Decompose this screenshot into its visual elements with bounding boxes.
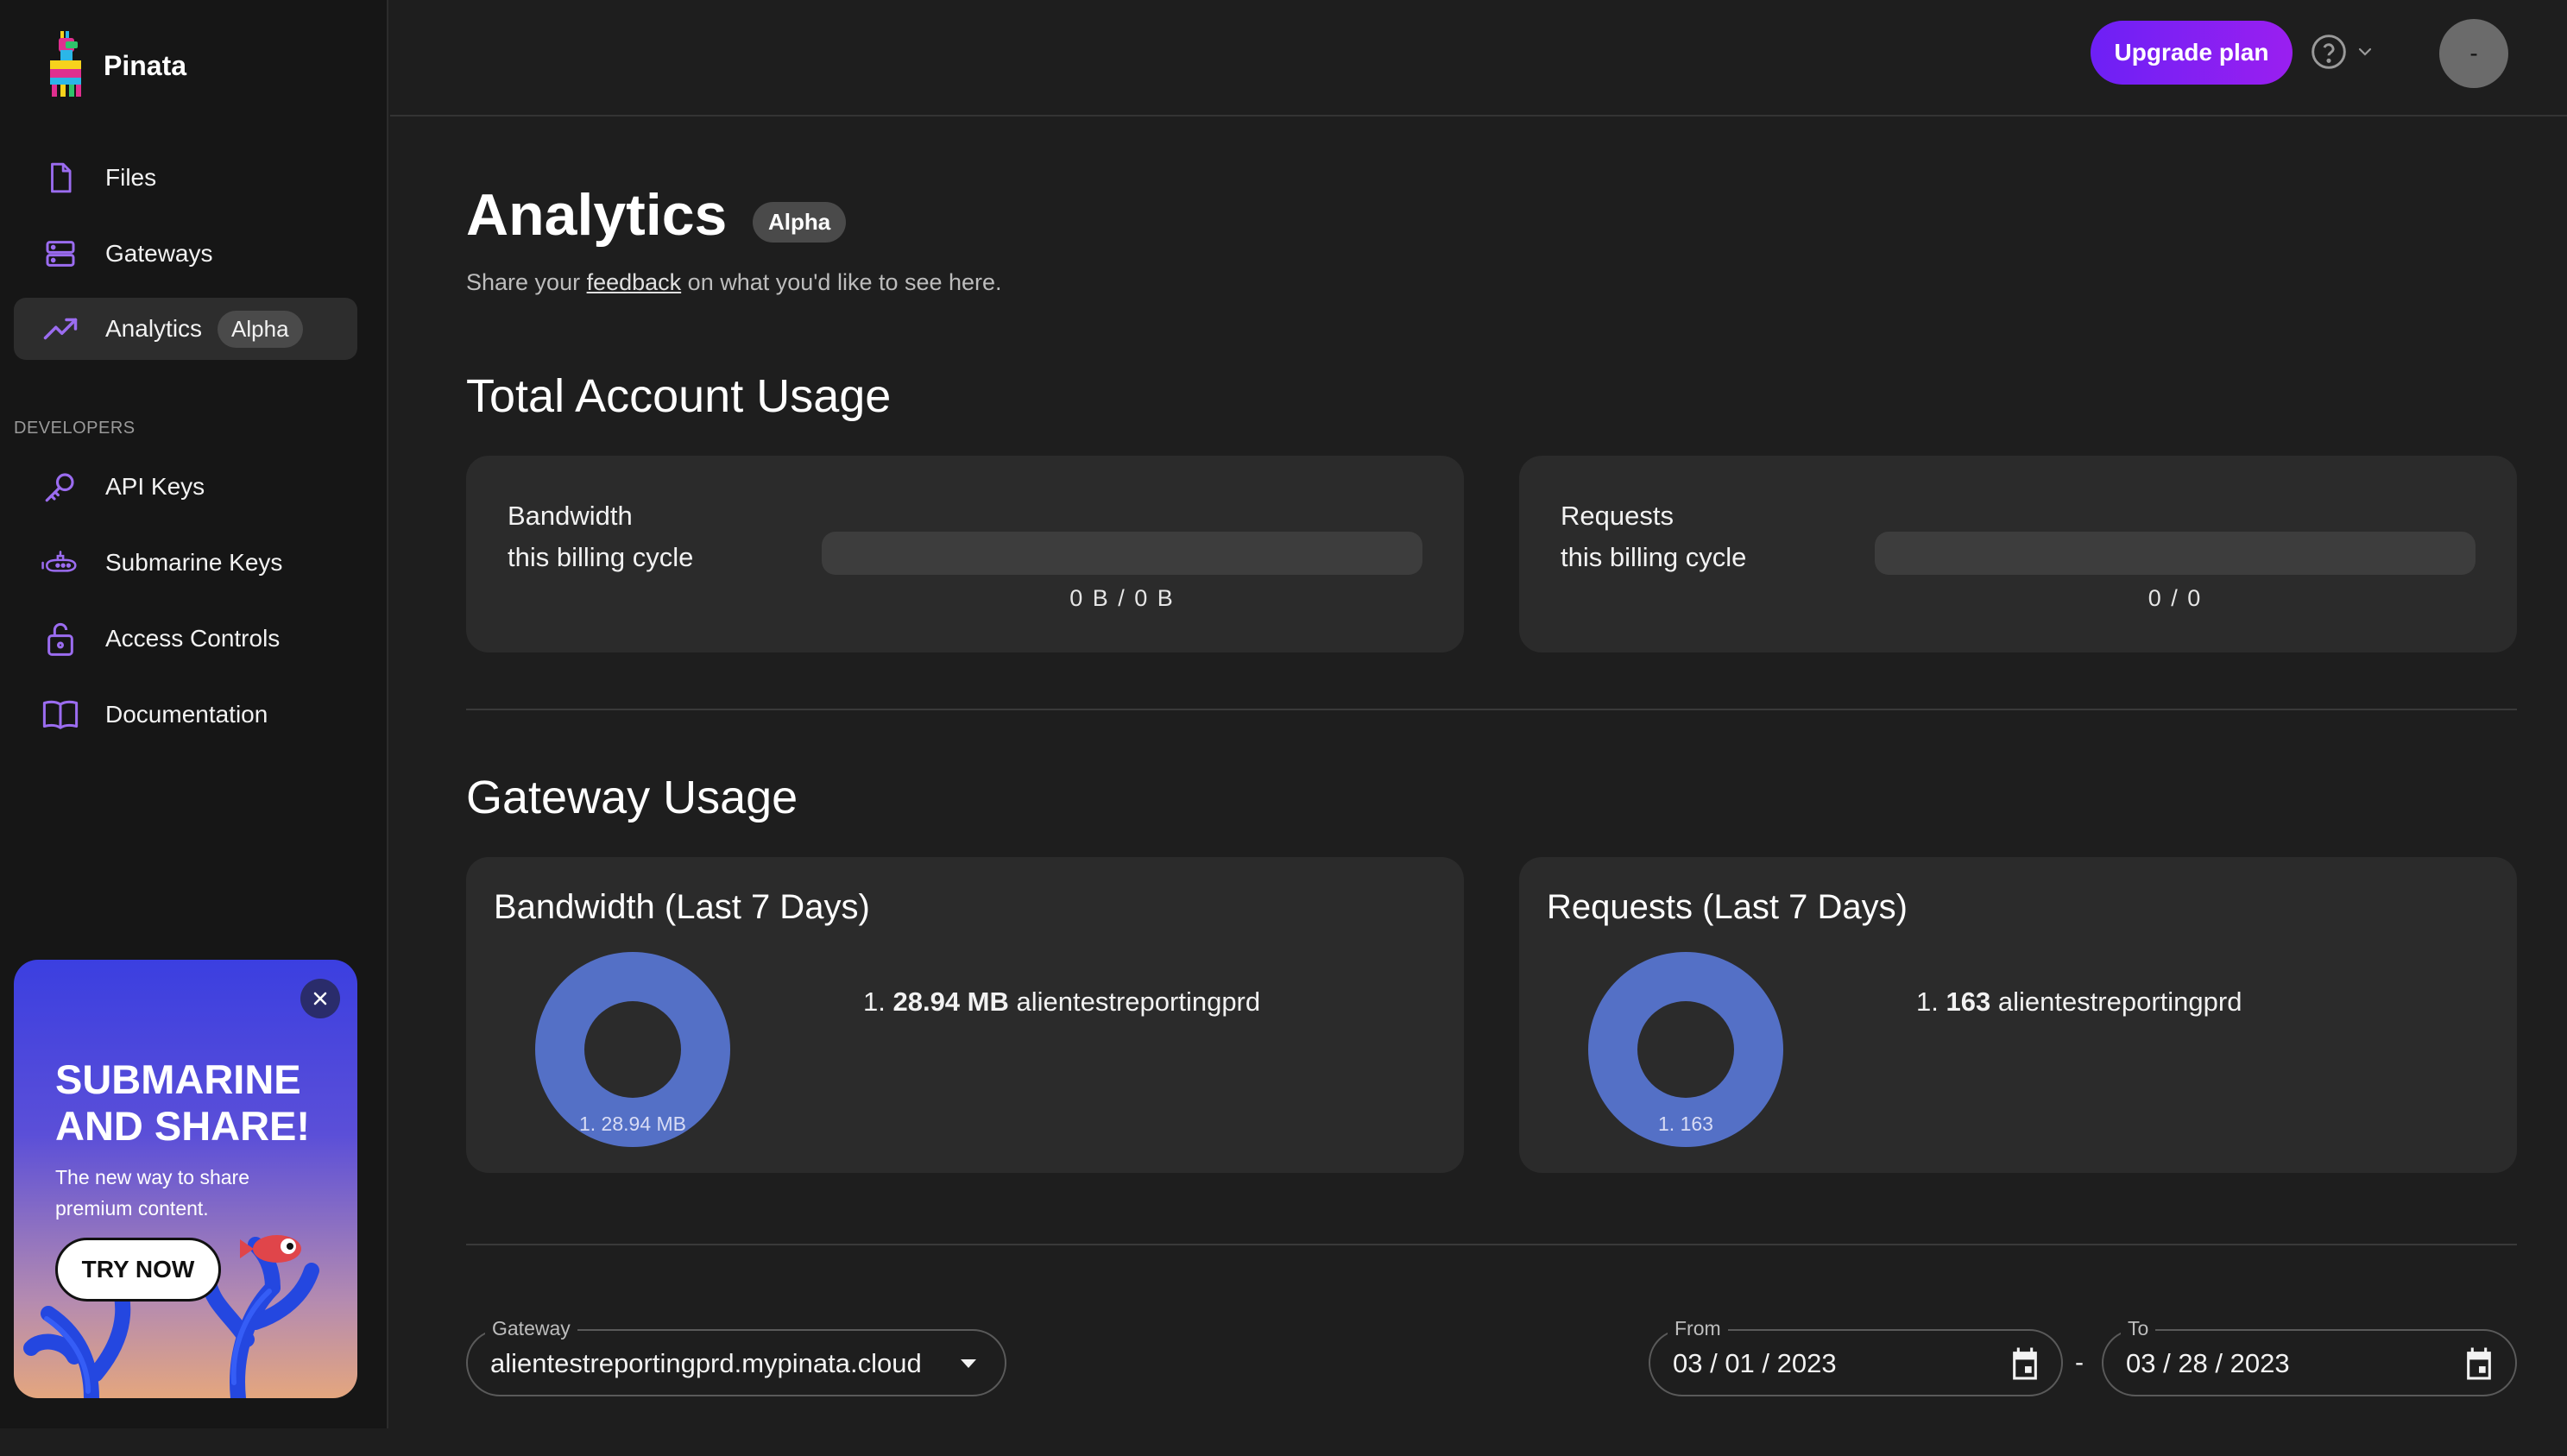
app-name: Pinata [104, 49, 187, 81]
help-icon [2312, 35, 2346, 69]
legend-rank: 1. [1916, 986, 1946, 1017]
book-icon [41, 696, 79, 734]
legend-item: 1. 28.94 MB alientestreportingprd [863, 986, 1260, 1018]
divider [466, 709, 2517, 710]
donut-label: 1. 28.94 MB [578, 1112, 687, 1135]
lock-icon [41, 620, 79, 658]
sidebar-item-access-controls[interactable]: Access Controls [14, 608, 357, 670]
calendar-icon[interactable] [2462, 1346, 2496, 1381]
sidebar-item-label: Analytics [105, 315, 203, 342]
donut-label: 1. 163 [1658, 1112, 1713, 1135]
subtitle-suffix: on what you'd like to see here. [681, 269, 1002, 295]
sidebar-item-label: API Keys [105, 473, 205, 500]
caret-down-icon [951, 1346, 986, 1381]
gateway-select[interactable]: Gateway alientestreportingprd.mypinata.c… [466, 1317, 1006, 1396]
usage-sublabel: this billing cycle [508, 542, 694, 572]
pinata-logo-icon [50, 31, 81, 97]
bandwidth-chart-card: Bandwidth (Last 7 Days) 1. 28.94 MB 1. 2… [466, 857, 1464, 1173]
bandwidth-donut-chart[interactable]: 1. 28.94 MB [535, 952, 730, 1147]
feedback-link[interactable]: feedback [587, 269, 682, 295]
field-label: From [1668, 1317, 1728, 1340]
legend-value: 28.94 MB [892, 986, 1009, 1017]
requests-chart-card: Requests (Last 7 Days) 1. 163 1. 163 ali… [1519, 857, 2517, 1173]
logo[interactable]: Pinata [43, 24, 186, 107]
sidebar-item-submarine-keys[interactable]: Submarine Keys [14, 532, 357, 594]
section-label-developers: DEVELOPERS [14, 419, 136, 438]
to-date-field[interactable]: To 03 / 28 / 2023 [2102, 1317, 2517, 1396]
sidebar-item-api-keys[interactable]: API Keys [14, 456, 357, 518]
field-label: Gateway [485, 1317, 577, 1340]
calendar-icon[interactable] [2008, 1346, 2042, 1381]
field-label: To [2121, 1317, 2156, 1340]
legend-name: alientestreportingprd [1016, 986, 1261, 1017]
usage-label: Requests [1561, 501, 1674, 531]
page-title: Analytics [466, 182, 728, 248]
chart-title: Bandwidth (Last 7 Days) [494, 888, 870, 926]
alpha-badge: Alpha [218, 310, 303, 348]
chevron-down-icon [2358, 47, 2372, 56]
sidebar-item-label: Documentation [105, 701, 268, 728]
alpha-badge: Alpha [753, 202, 847, 243]
usage-label: Bandwidth [508, 501, 633, 531]
sidebar-item-documentation[interactable]: Documentation [14, 684, 357, 746]
promo-title: SUBMARINE AND SHARE! [55, 1056, 311, 1149]
bandwidth-usage-value: 0 B / 0 B [1069, 585, 1175, 611]
from-date-value: 03 / 01 / 2023 [1673, 1348, 1837, 1378]
legend-value: 163 [1946, 986, 1991, 1017]
bandwidth-progress-bar [822, 532, 1422, 575]
sidebar: Pinata Files Gateways Analytics Alpha DE… [0, 0, 388, 1428]
upgrade-plan-button[interactable]: Upgrade plan [2091, 21, 2293, 85]
requests-usage-value: 0 / 0 [2148, 585, 2203, 611]
date-range-separator: - [2075, 1348, 2084, 1377]
sidebar-item-files[interactable]: Files [14, 147, 357, 209]
bandwidth-usage-card: Bandwidth this billing cycle 0 B / 0 B [466, 456, 1464, 652]
file-icon [41, 159, 79, 197]
legend-item: 1. 163 alientestreportingprd [1916, 986, 2242, 1018]
close-icon[interactable] [300, 979, 340, 1018]
promo-subtitle: The new way to share premium content. [55, 1166, 250, 1220]
requests-usage-card: Requests this billing cycle 0 / 0 [1519, 456, 2517, 652]
usage-sublabel: this billing cycle [1561, 542, 1747, 572]
sidebar-item-label: Gateways [105, 240, 213, 267]
chart-title: Requests (Last 7 Days) [1547, 888, 1908, 926]
divider [466, 1244, 2517, 1245]
total-account-usage-heading: Total Account Usage [466, 370, 892, 422]
trending-up-icon [41, 310, 79, 348]
try-now-button[interactable]: TRY NOW [55, 1238, 221, 1302]
sidebar-item-gateways[interactable]: Gateways [14, 223, 357, 285]
sidebar-item-label: Access Controls [105, 625, 281, 652]
requests-progress-bar [1875, 532, 2476, 575]
legend-name: alientestreportingprd [1997, 986, 2242, 1017]
avatar[interactable]: - [2439, 19, 2508, 88]
sidebar-item-label: Files [105, 164, 157, 191]
gateway-usage-heading: Gateway Usage [466, 772, 798, 823]
subtitle-prefix: Share your [466, 269, 587, 295]
key-icon [41, 468, 79, 506]
sidebar-item-analytics[interactable]: Analytics Alpha [14, 298, 357, 360]
sidebar-item-label: Submarine Keys [105, 549, 283, 576]
from-date-field[interactable]: From 03 / 01 / 2023 [1649, 1317, 2063, 1396]
submarine-promo-card: SUBMARINE AND SHARE! The new way to shar… [14, 960, 357, 1398]
submarine-icon [41, 544, 79, 582]
gateway-select-value: alientestreportingprd.mypinata.cloud [490, 1348, 922, 1378]
server-icon [41, 235, 79, 273]
legend-rank: 1. [863, 986, 893, 1017]
page-subtitle: Share your feedback on what you'd like t… [466, 269, 1002, 296]
requests-donut-chart[interactable]: 1. 163 [1588, 952, 1783, 1147]
help-menu[interactable] [2310, 33, 2375, 71]
to-date-value: 03 / 28 / 2023 [2126, 1348, 2290, 1378]
